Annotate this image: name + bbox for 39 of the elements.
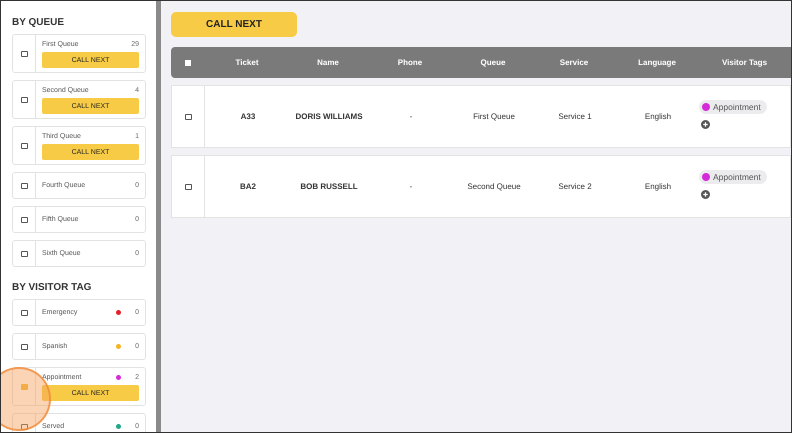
checkbox[interactable] <box>20 142 28 148</box>
column-header: Service <box>560 58 588 67</box>
table-cell: DORIS WILLIAMS <box>295 112 363 121</box>
table-cell: First Queue <box>473 112 515 121</box>
column-header: Phone <box>398 58 422 67</box>
checkbox[interactable] <box>20 216 28 222</box>
column-header: Visitor Tags <box>722 58 768 67</box>
checkbox[interactable] <box>20 310 28 316</box>
column-header: Ticket <box>236 58 258 67</box>
table-cell: - <box>410 112 412 121</box>
checkbox[interactable] <box>20 250 28 256</box>
table-cell: BOB RUSSELL <box>300 182 358 191</box>
column-header: Name <box>317 58 339 67</box>
table-cell: Second Queue <box>467 182 521 191</box>
checkbox[interactable] <box>20 50 28 56</box>
table-cell: A33 <box>240 112 256 121</box>
table-cell: Service 2 <box>558 182 592 191</box>
column-header: Language <box>638 58 676 67</box>
checkbox[interactable] <box>184 114 192 120</box>
tag-label: Appointment <box>713 172 761 182</box>
add-icon[interactable] <box>701 190 710 199</box>
table-cell: - <box>410 182 412 191</box>
checkbox[interactable] <box>20 424 28 430</box>
select-all-control[interactable] <box>184 60 190 66</box>
checkbox[interactable] <box>20 344 28 350</box>
table-cell: BA2 <box>240 182 256 191</box>
table-cell: Service 1 <box>558 112 592 121</box>
checkbox[interactable] <box>20 384 28 390</box>
table-cell: English <box>644 112 672 121</box>
checkbox[interactable] <box>20 182 28 188</box>
checkbox[interactable] <box>20 96 28 102</box>
section-heading: BY VISITOR TAG <box>12 282 92 293</box>
checkbox[interactable] <box>184 184 192 190</box>
column-header: Queue <box>480 58 506 67</box>
call-next-button[interactable]: CALL NEXT <box>171 12 297 37</box>
add-icon[interactable] <box>701 120 710 129</box>
section-heading: BY QUEUE <box>12 17 66 28</box>
tag-label: Appointment <box>713 102 761 112</box>
table-cell: English <box>644 182 672 191</box>
